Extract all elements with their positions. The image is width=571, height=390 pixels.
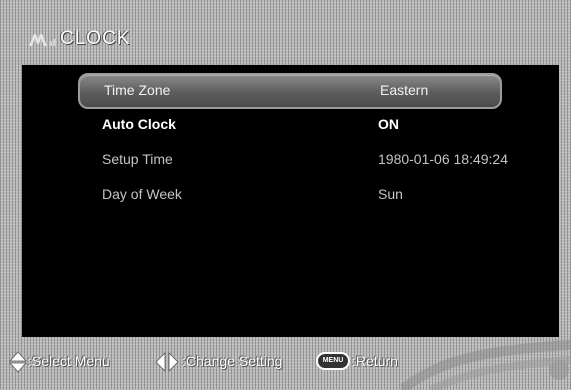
menu-item-setup-time[interactable]: Setup Time 1980-01-06 18:49:24 [78,144,508,176]
menu-item-value: ON [378,116,399,132]
menu-item-day-of-week[interactable]: Day of Week Sun [78,179,498,211]
select-menu-hint: :Select Menu [28,353,110,369]
menu-item-value: Sun [378,186,403,202]
page-title: CLOCK [60,28,131,49]
header-bar: CLOCK [12,22,560,58]
menu-item-label: Time Zone [104,82,171,98]
menu-button-text: MENU [322,357,344,364]
menu-item-time-zone[interactable]: Time Zone Eastern [78,73,502,109]
clock-logo-icon [26,29,58,51]
menu-item-value: Eastern [380,82,429,98]
menu-button-icon: MENU [316,352,350,370]
return-hint: :Return [352,353,398,369]
menu-item-auto-clock[interactable]: Auto Clock ON [78,109,498,141]
settings-panel: Time Zone Eastern Auto Clock ON Setup Ti… [22,65,559,337]
change-setting-hint: :Change Setting [182,353,283,369]
decorative-swoosh [401,340,571,390]
left-right-arrows-icon [154,350,180,374]
menu-item-value: 1980-01-06 18:49:24 [378,151,508,167]
menu-item-label: Setup Time [102,151,173,167]
up-down-arrows-icon [8,350,28,374]
menu-item-label: Auto Clock [102,116,176,132]
menu-item-label: Day of Week [102,186,182,202]
